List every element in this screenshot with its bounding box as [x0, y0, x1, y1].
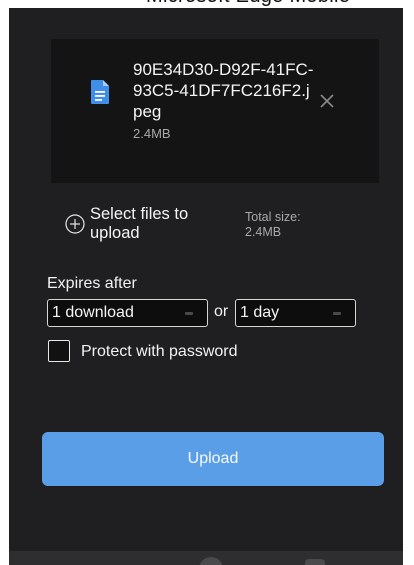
top-clipped-text: Microsoft Edge Mobile	[146, 0, 350, 8]
password-checkbox[interactable]	[48, 340, 70, 362]
password-checkbox-label[interactable]: Protect with password	[81, 343, 238, 361]
downloads-select-value: 1 download	[52, 304, 134, 321]
plus-circle-icon	[65, 214, 85, 234]
tabs-icon[interactable]	[305, 559, 325, 565]
select-files-button[interactable]: Select files to upload	[65, 205, 220, 243]
close-icon[interactable]	[319, 93, 335, 109]
top-clipped-header: Microsoft Edge Mobile	[0, 0, 414, 8]
document-icon	[91, 80, 109, 104]
upload-button[interactable]: Upload	[42, 432, 384, 486]
total-size: Total size: 2.4MB	[245, 210, 301, 240]
days-select-value: 1 day	[240, 304, 280, 321]
upload-panel: 90E34D30-D92F-41FC-93C5-41DF7FC216F2.jpe…	[9, 8, 403, 565]
select-files-label: Select files to upload	[90, 205, 189, 242]
downloads-select[interactable]: 1 download	[47, 299, 208, 327]
or-label: or	[214, 303, 229, 320]
total-size-label: Total size:	[245, 210, 301, 224]
chevron-down-icon	[185, 312, 193, 315]
days-select[interactable]: 1 day	[235, 299, 356, 327]
chevron-down-icon	[333, 312, 341, 315]
bottom-toolbar	[9, 551, 403, 565]
file-name: 90E34D30-D92F-41FC-93C5-41DF7FC216F2.jpe…	[133, 60, 314, 121]
expires-label: Expires after	[47, 275, 137, 292]
total-size-value: 2.4MB	[245, 225, 282, 239]
toolbar-button-icon[interactable]	[199, 557, 223, 565]
file-size: 2.4MB	[133, 126, 171, 141]
file-card: 90E34D30-D92F-41FC-93C5-41DF7FC216F2.jpe…	[51, 39, 379, 183]
